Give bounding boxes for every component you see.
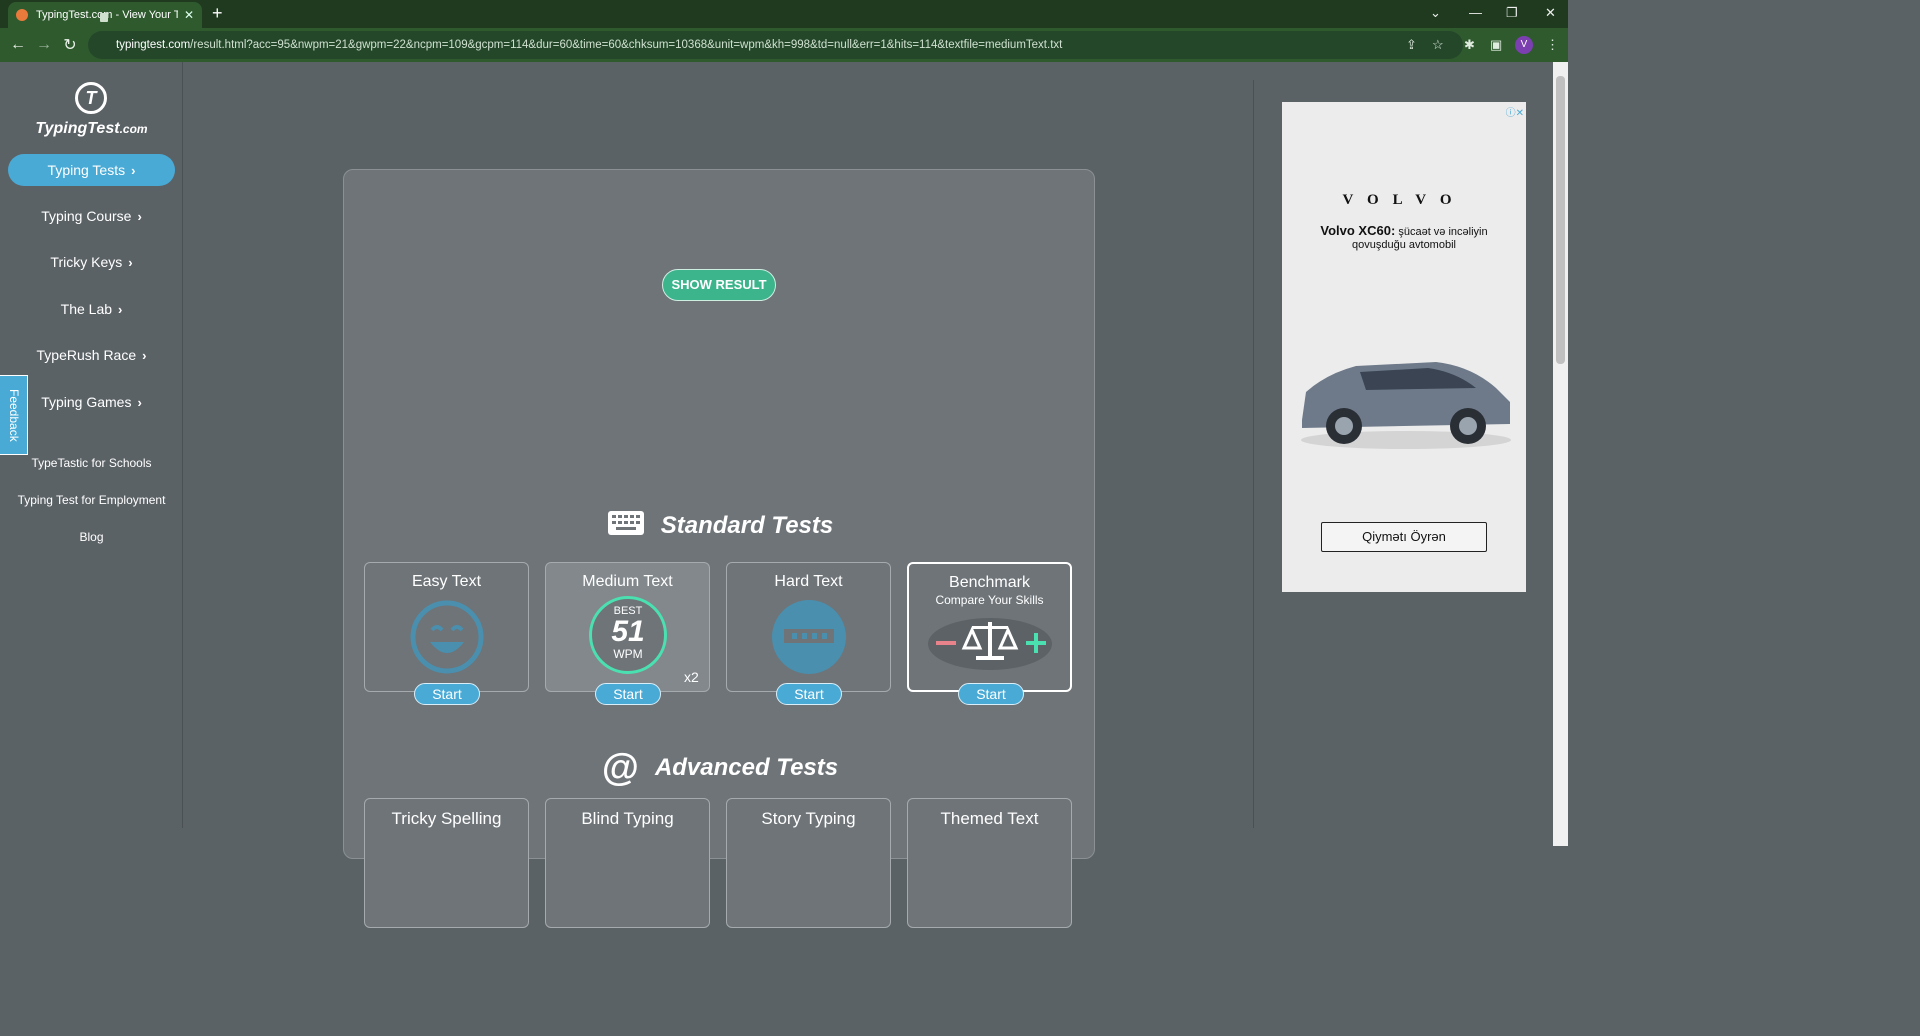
card-story-typing[interactable]: Story Typing: [726, 798, 891, 928]
standard-tests-heading: Standard Tests: [344, 510, 1096, 543]
ad-cta-button[interactable]: Qiymətı Öyrən: [1321, 522, 1487, 552]
back-icon[interactable]: ←: [5, 36, 31, 54]
address-bar: ← → ↻ typingtest.com/result.html?acc=95&…: [0, 28, 1568, 62]
start-button[interactable]: Start: [595, 683, 661, 705]
new-tab-icon[interactable]: +: [212, 4, 223, 22]
side-panel-icon[interactable]: ▣: [1490, 37, 1502, 53]
chevron-right-icon: ›: [128, 255, 133, 270]
chevron-right-icon: ›: [142, 348, 147, 363]
window-close-icon[interactable]: ✕: [1545, 5, 1556, 21]
divider: [1253, 80, 1254, 828]
page: T TypingTest.com Typing Tests › Typing Co…: [0, 62, 1568, 928]
card-title: Easy Text: [411, 573, 482, 590]
chevron-right-icon: ›: [137, 395, 142, 410]
restore-icon[interactable]: ❐: [1506, 5, 1518, 21]
chevron-right-icon: ›: [137, 209, 142, 224]
smiley-face-icon: [410, 600, 484, 674]
sidebar-item-typerush-race[interactable]: TypeRush Race ›: [8, 339, 175, 371]
results-panel: SHOW RESULT Standard Tests Easy Text Sta…: [343, 169, 1096, 928]
card-easy-text[interactable]: Easy Text Start: [364, 562, 529, 705]
card-subtitle: Compare Your Skills: [935, 593, 1044, 607]
card-hard-text[interactable]: Hard Text Start: [726, 562, 891, 705]
tab-bar: TypingTest.com - View Your Typin ✕ + ⌄ —…: [0, 0, 1568, 28]
card-medium-text[interactable]: Medium Text BEST 51 WPM x2 Start: [545, 562, 710, 705]
avatar[interactable]: V: [1515, 36, 1533, 54]
advertisement[interactable]: ⓘ✕ VOLVO Volvo XC60: şücaət və incəliyin…: [1282, 102, 1526, 592]
minimize-icon[interactable]: —: [1469, 5, 1482, 20]
card-title: Tricky Spelling: [391, 809, 502, 828]
sidebar-link-employment[interactable]: Typing Test for Employment: [0, 493, 183, 507]
ad-headline: Volvo XC60: şücaət və incəliyin qovuşduğ…: [1320, 223, 1488, 251]
attempt-count: x2: [684, 669, 699, 685]
logo-text[interactable]: TypingTest.com: [0, 120, 183, 138]
sidebar-item-tricky-keys[interactable]: Tricky Keys ›: [8, 246, 175, 278]
ad-close-icon[interactable]: ⓘ✕: [1506, 104, 1524, 119]
sidebar-item-typing-games[interactable]: Typing Games ›: [8, 386, 175, 418]
sidebar-item-the-lab[interactable]: The Lab ›: [8, 293, 175, 325]
card-title: Medium Text: [582, 573, 673, 590]
chevron-down-icon[interactable]: ⌄: [1430, 5, 1441, 21]
card-title: Hard Text: [774, 573, 843, 590]
chevron-right-icon: ›: [118, 302, 123, 317]
site-favicon-icon: [16, 9, 28, 21]
start-button[interactable]: Start: [776, 683, 842, 705]
menu-icon[interactable]: ⋮: [1546, 37, 1559, 53]
chevron-right-icon: ›: [131, 163, 136, 178]
card-title: Story Typing: [761, 809, 856, 828]
balance-scale-icon: [926, 614, 1054, 675]
card-title: Blind Typing: [581, 809, 674, 828]
url-field[interactable]: typingtest.com/result.html?acc=95&nwpm=2…: [88, 31, 1463, 59]
car-image: [1296, 342, 1516, 457]
keyboard-icon: [607, 510, 645, 543]
card-tricky-spelling[interactable]: Tricky Spelling: [364, 798, 529, 928]
feedback-tab[interactable]: Feedback: [0, 375, 28, 455]
card-blind-typing[interactable]: Blind Typing: [545, 798, 710, 928]
card-title: Themed Text: [940, 809, 1039, 828]
best-unit: WPM: [613, 647, 643, 661]
start-button[interactable]: Start: [958, 683, 1024, 705]
card-title: Benchmark: [949, 574, 1030, 591]
scrollbar[interactable]: [1553, 62, 1568, 846]
extensions-icon[interactable]: ✱: [1464, 37, 1475, 53]
grimace-face-icon: [772, 600, 846, 674]
bookmark-star-icon[interactable]: ☆: [1432, 37, 1444, 53]
best-value: 51: [611, 615, 645, 648]
card-themed-text[interactable]: Themed Text: [907, 798, 1072, 928]
best-score-badge: BEST 51 WPM: [589, 596, 667, 674]
sidebar-link-blog[interactable]: Blog: [0, 530, 183, 544]
share-icon[interactable]: ⇪: [1406, 37, 1417, 53]
ad-brand: VOLVO: [1342, 192, 1466, 208]
logo-icon[interactable]: T: [75, 82, 107, 114]
advanced-tests-heading: @ Advanced Tests: [601, 747, 839, 789]
show-result-button[interactable]: SHOW RESULT: [662, 269, 776, 301]
card-benchmark[interactable]: Benchmark Compare Your Skills Start: [907, 562, 1072, 705]
sidebar-item-typing-course[interactable]: Typing Course ›: [8, 200, 175, 232]
lock-icon[interactable]: [100, 13, 108, 22]
forward-icon[interactable]: →: [31, 36, 57, 54]
start-button[interactable]: Start: [414, 683, 480, 705]
at-sign-icon: @: [601, 747, 639, 789]
sidebar-link-typetastic[interactable]: TypeTastic for Schools: [0, 456, 183, 470]
scrollbar-thumb[interactable]: [1556, 76, 1565, 364]
reload-icon[interactable]: ↻: [57, 35, 83, 55]
sidebar-item-typing-tests[interactable]: Typing Tests ›: [8, 154, 175, 186]
close-icon[interactable]: ✕: [184, 8, 194, 22]
